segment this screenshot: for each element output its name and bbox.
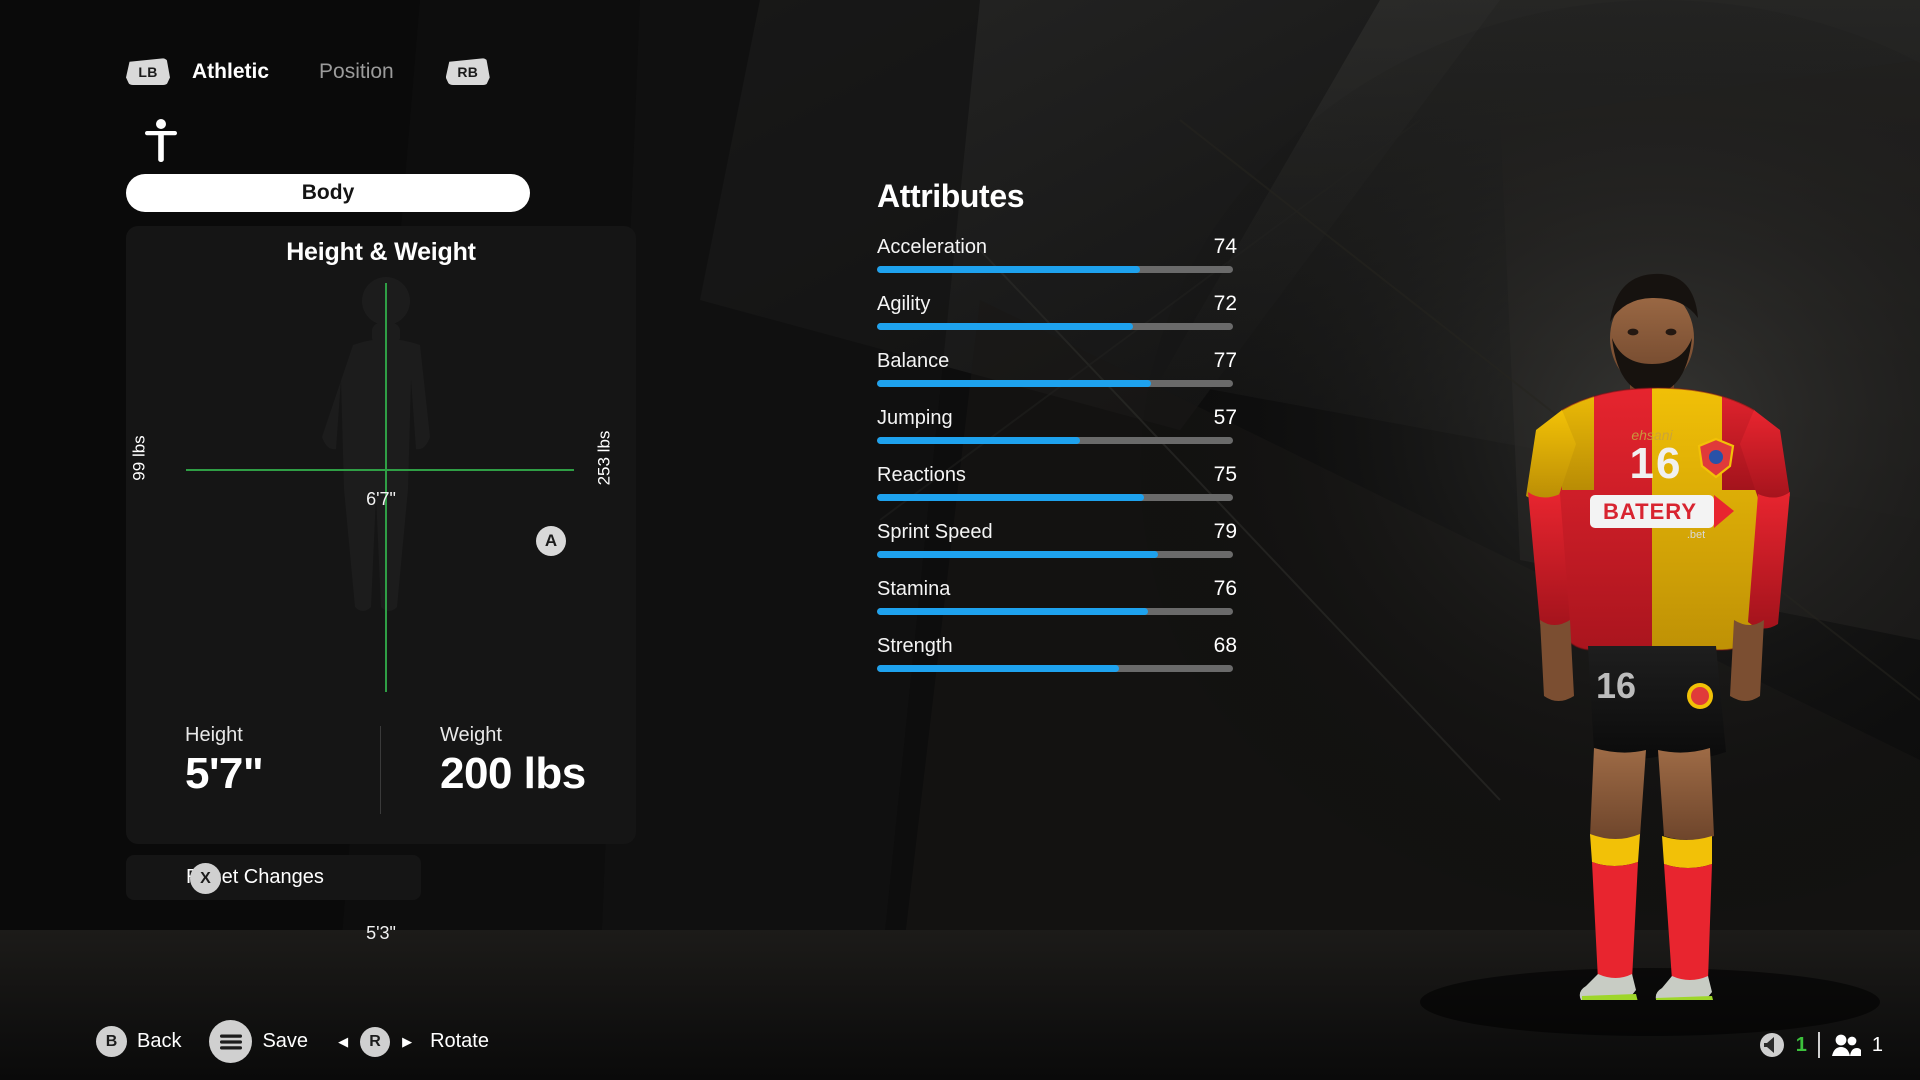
attribute-row: Acceleration 74 — [877, 235, 1237, 273]
rotate-right-arrow-icon[interactable]: ▶ — [402, 1034, 412, 1050]
tab-position[interactable]: Position — [319, 60, 394, 84]
chart-left-axis-label: 99 lbs — [129, 435, 149, 481]
attribute-value: 68 — [1213, 634, 1237, 657]
attribute-bar-fill — [877, 665, 1120, 672]
attribute-bar-track — [877, 494, 1233, 501]
attribute-value: 57 — [1213, 406, 1237, 429]
people-icon[interactable] — [1831, 1033, 1861, 1057]
status-divider — [1817, 1032, 1820, 1058]
attribute-value: 76 — [1213, 577, 1237, 600]
right-bumper-button[interactable]: RB — [445, 58, 490, 85]
attribute-row: Sprint Speed 79 — [877, 520, 1237, 558]
attribute-row: Reactions 75 — [877, 463, 1237, 501]
left-bumper-button[interactable]: LB — [126, 58, 170, 85]
attribute-header: Jumping 57 — [877, 406, 1237, 430]
attribute-header: Acceleration 74 — [877, 235, 1237, 259]
tab-athletic[interactable]: Athletic — [192, 60, 269, 84]
attribute-row: Balance 77 — [877, 349, 1237, 387]
attribute-bar-fill — [877, 494, 1144, 501]
svg-text:16: 16 — [1630, 439, 1683, 488]
rotate-left-arrow-icon[interactable]: ◀ — [338, 1034, 348, 1050]
svg-text:BATERY: BATERY — [1603, 499, 1697, 524]
body-person-icon — [143, 118, 179, 162]
b-button-icon[interactable]: B — [96, 1026, 127, 1057]
attribute-bar-track — [877, 323, 1233, 330]
attribute-row: Stamina 76 — [877, 577, 1237, 615]
attribute-value: 75 — [1213, 463, 1237, 486]
attribute-row: Strength 68 — [877, 634, 1237, 672]
attribute-bar-track — [877, 608, 1233, 615]
attributes-title: Attributes — [877, 178, 1025, 214]
attribute-value: 72 — [1213, 292, 1237, 315]
chart-right-axis-label: 253 lbs — [594, 430, 614, 486]
svg-text:.bet: .bet — [1687, 529, 1705, 541]
attribute-name: Jumping — [877, 407, 953, 429]
player-avatar: ehsani 16 BATERY .bet 16 — [1526, 273, 1790, 1000]
attribute-name: Reactions — [877, 464, 966, 486]
attributes-panel: Attributes Acceleration 74 Agility 72 Balanc… — [877, 178, 1237, 691]
weight-label: Weight — [440, 724, 502, 746]
chart-horizontal-axis — [186, 469, 574, 471]
attribute-bar-track — [877, 380, 1233, 387]
players-value: 1 — [1871, 1033, 1883, 1056]
attribute-bar-fill — [877, 266, 1141, 273]
svg-text:16: 16 — [1596, 665, 1636, 706]
attribute-name: Sprint Speed — [877, 521, 993, 543]
attribute-header: Stamina 76 — [877, 577, 1237, 601]
chart-bottom-axis-label: 5'3" — [366, 923, 396, 943]
height-value: 5'7" — [185, 749, 264, 798]
attribute-bar-track — [877, 437, 1233, 444]
attribute-bar-track — [877, 665, 1233, 672]
player-model-preview[interactable]: ehsani 16 BATERY .bet 16 — [1470, 260, 1830, 1000]
r-stick-icon[interactable]: R — [360, 1026, 391, 1057]
bottom-action-bar: B Back Save ◀ R ▶ Rotate — [96, 1020, 489, 1063]
attribute-bar-fill — [877, 380, 1152, 387]
attribute-value: 74 — [1213, 235, 1237, 258]
top-tab-bar: LB Athletic Position RB — [126, 58, 490, 85]
height-weight-chart-card[interactable]: Height & Weight 99 lbs 253 lbs A 6'7" 5'… — [126, 226, 636, 943]
save-label: Save — [262, 1030, 309, 1052]
chart-top-axis-label: 6'7" — [366, 489, 396, 509]
rotate-action[interactable]: ◀ R ▶ Rotate — [338, 1026, 489, 1057]
attribute-header: Sprint Speed 79 — [877, 520, 1237, 544]
height-readout[interactable]: Height 5'7" — [126, 724, 381, 799]
attribute-bar-track — [877, 266, 1233, 273]
weight-value: 200 lbs — [440, 749, 586, 798]
attribute-header: Agility 72 — [877, 292, 1237, 316]
menu-icon[interactable] — [209, 1020, 253, 1063]
speaker-icon[interactable] — [1759, 1032, 1785, 1058]
attribute-bar-fill — [877, 323, 1134, 330]
attribute-name: Strength — [877, 635, 953, 657]
volume-value: 1 — [1795, 1033, 1807, 1056]
attribute-name: Balance — [877, 350, 950, 372]
attribute-header: Reactions 75 — [877, 463, 1237, 487]
a-button-cursor-icon[interactable]: A — [536, 526, 566, 556]
back-label: Back — [137, 1030, 182, 1052]
attribute-name: Agility — [877, 293, 931, 315]
attribute-header: Balance 77 — [877, 349, 1237, 373]
attributes-list: Acceleration 74 Agility 72 Balance 77 Jumping 5… — [877, 235, 1237, 672]
weight-readout[interactable]: Weight 200 lbs — [381, 724, 636, 799]
height-label: Height — [185, 724, 243, 746]
attribute-name: Acceleration — [877, 236, 988, 258]
status-indicators: 1 1 — [1759, 1032, 1883, 1058]
attribute-bar-track — [877, 551, 1233, 558]
rotate-label: Rotate — [430, 1030, 489, 1052]
attribute-bar-fill — [877, 437, 1080, 444]
attribute-bar-fill — [877, 551, 1159, 558]
back-action[interactable]: B Back — [96, 1026, 181, 1057]
reset-changes-button[interactable]: Reset Changes — [126, 855, 421, 900]
attribute-name: Stamina — [877, 578, 951, 600]
height-weight-readouts: Height 5'7" Weight 200 lbs — [126, 724, 636, 799]
save-action[interactable]: Save — [209, 1020, 308, 1063]
body-category-pill[interactable]: Body — [126, 174, 530, 212]
attribute-header: Strength 68 — [877, 634, 1237, 658]
x-button-icon[interactable]: X — [190, 863, 221, 894]
attribute-bar-fill — [877, 608, 1148, 615]
chart-vertical-axis — [385, 283, 387, 692]
attribute-value: 77 — [1213, 349, 1237, 372]
attribute-value: 79 — [1213, 520, 1237, 543]
attribute-row: Agility 72 — [877, 292, 1237, 330]
attribute-row: Jumping 57 — [877, 406, 1237, 444]
